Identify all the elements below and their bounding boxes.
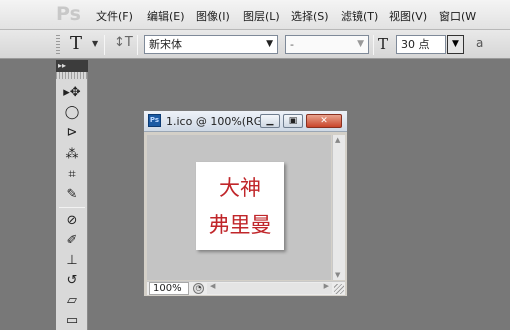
font-size-dropdown-button[interactable]: ▼ — [447, 35, 464, 54]
scroll-down-icon[interactable]: ▼ — [335, 271, 340, 279]
close-button[interactable]: ✕ — [306, 114, 342, 128]
zoom-level-field[interactable]: 100% — [149, 282, 189, 295]
horizontal-scrollbar[interactable]: ◀ ▶ — [207, 282, 332, 294]
resize-grip[interactable] — [334, 284, 344, 294]
document-title-bar[interactable]: Ps 1.ico @ 100%(RG... ▁ ▣ ✕ — [144, 111, 347, 132]
menu-file[interactable]: 文件(F) — [96, 8, 133, 24]
menu-edit[interactable]: 编辑(E) — [147, 8, 185, 24]
menu-image[interactable]: 图像(I) — [196, 8, 230, 24]
options-bar-grip[interactable] — [56, 35, 60, 55]
magic-wand-tool-icon[interactable]: ⁂ — [62, 146, 82, 164]
tools-panel: ▸▸ ▸✥ ◯ ⊳ ⁂ ⌗ ✎ ⊘ ✐ ⊥ ↺ ▱ ▭ — [56, 60, 88, 330]
close-icon: ✕ — [320, 116, 328, 126]
font-family-select[interactable]: 新宋体 ▼ — [144, 35, 278, 54]
eraser-tool-icon[interactable]: ▱ — [62, 292, 82, 310]
polygonal-lasso-tool-icon[interactable]: ⊳ — [62, 124, 82, 142]
gradient-tool-icon[interactable]: ▭ — [62, 312, 82, 330]
font-size-value: 30 点 — [401, 38, 430, 51]
chevron-down-icon: ▼ — [266, 39, 273, 49]
clone-stamp-tool-icon[interactable]: ⊥ — [62, 252, 82, 270]
canvas-image[interactable]: 大神 弗里曼 — [196, 162, 284, 250]
maximize-button[interactable]: ▣ — [283, 114, 303, 128]
move-tool-icon[interactable]: ▸✥ — [62, 84, 82, 102]
chevron-down-icon[interactable]: ▼ — [92, 39, 98, 48]
photoshop-logo: Ps — [56, 3, 81, 25]
menu-layer[interactable]: 图层(L) — [243, 8, 280, 24]
photoshop-doc-icon: Ps — [148, 114, 161, 127]
vertical-scrollbar[interactable]: ▲ ▼ — [332, 135, 345, 280]
chevron-down-icon: ▼ — [357, 39, 364, 49]
canvas-area[interactable]: 大神 弗里曼 — [147, 135, 331, 280]
canvas-text-line-1: 大神 — [219, 176, 261, 200]
tools-divider — [59, 207, 85, 208]
canvas-text-line-2: 弗里曼 — [208, 213, 272, 237]
font-style-select[interactable]: - ▼ — [285, 35, 369, 54]
eyedropper-tool-icon[interactable]: ✎ — [62, 186, 82, 204]
healing-brush-tool-icon[interactable]: ⊘ — [62, 212, 82, 230]
maximize-icon: ▣ — [288, 116, 298, 126]
minimize-icon: ▁ — [266, 116, 274, 126]
status-info-icon[interactable]: ◔ — [193, 283, 204, 294]
menu-select[interactable]: 选择(S) — [291, 8, 329, 24]
separator — [137, 35, 138, 55]
menu-view[interactable]: 视图(V) — [389, 8, 427, 24]
text-orientation-icon[interactable]: ↕T — [114, 35, 133, 50]
lasso-tool-icon[interactable]: ◯ — [62, 104, 82, 122]
history-brush-tool-icon[interactable]: ↺ — [62, 272, 82, 290]
font-size-icon: T — [378, 35, 389, 53]
document-status-bar: 100% ◔ ◀ ▶ — [147, 281, 345, 295]
anti-alias-icon[interactable]: a — [476, 36, 483, 50]
tools-panel-grip[interactable] — [56, 72, 88, 79]
scroll-right-icon[interactable]: ▶ — [324, 282, 329, 290]
scroll-up-icon[interactable]: ▲ — [335, 136, 340, 144]
document-title: 1.ico @ 100%(RG... — [166, 115, 273, 128]
options-bar: T ▼ ↕T 新宋体 ▼ - ▼ T 30 点 ▼ a — [0, 30, 510, 59]
font-style-value: - — [290, 38, 294, 51]
type-tool-preset-icon[interactable]: T — [70, 33, 82, 54]
brush-tool-icon[interactable]: ✐ — [62, 232, 82, 250]
tools-panel-header[interactable]: ▸▸ — [56, 60, 88, 72]
separator — [104, 35, 105, 55]
menu-bar: Ps 文件(F) 编辑(E) 图像(I) 图层(L) 选择(S) 滤镜(T) 视… — [0, 0, 510, 30]
font-family-value: 新宋体 — [149, 38, 182, 51]
scroll-left-icon[interactable]: ◀ — [210, 282, 215, 290]
menu-filter[interactable]: 滤镜(T) — [341, 8, 378, 24]
minimize-button[interactable]: ▁ — [260, 114, 280, 128]
document-window: Ps 1.ico @ 100%(RG... ▁ ▣ ✕ 大神 弗里曼 ▲ ▼ 1… — [143, 110, 348, 297]
font-size-input[interactable]: 30 点 — [396, 35, 446, 54]
menu-window[interactable]: 窗口(W — [439, 8, 476, 24]
separator — [373, 35, 374, 55]
crop-tool-icon[interactable]: ⌗ — [62, 166, 82, 184]
